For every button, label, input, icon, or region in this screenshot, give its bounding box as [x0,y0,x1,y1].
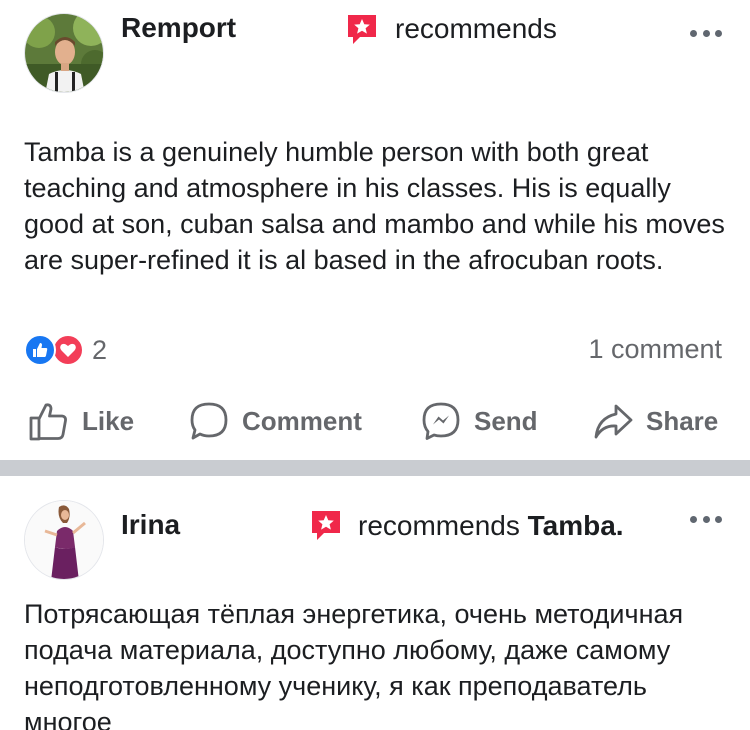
send-button[interactable]: Send [420,398,538,444]
share-button[interactable]: Share [592,398,718,444]
more-options-icon[interactable] [690,30,722,38]
avatar-irina[interactable] [24,500,104,580]
share-label: Share [646,405,719,436]
comment-label: Comment [242,405,362,436]
comment-button[interactable]: Comment [188,398,362,444]
more-options-icon[interactable] [690,516,722,524]
post-separator [0,460,750,476]
love-reaction-icon [52,334,84,366]
like-button[interactable]: Like [28,398,134,444]
recommend-icon [348,15,376,44]
share-icon [594,404,633,439]
post-irina: Irina recommends Tamba. Потрясающая тёпл… [0,476,750,730]
send-label: Send [474,405,538,436]
messenger-icon [422,402,460,440]
thumbs-up-icon [29,403,67,441]
post-body: Tamba is a genuinely humble person with … [24,137,725,275]
recommend-label: recommends Tamba. [358,510,624,542]
avatar-remport[interactable] [24,13,104,93]
like-reaction-icon [24,334,56,366]
post-body: Потрясающая тёплая энергетика, очень мет… [24,599,684,730]
recommend-target[interactable]: Tamba. [528,510,624,541]
reaction-count: 2 [92,334,108,365]
comment-icon [190,402,228,440]
post-author[interactable]: Remport [121,12,236,44]
comment-count[interactable]: 1 comment [588,334,722,365]
post-action-bar: Like Comment Send Share [0,398,750,444]
recommend-label: recommends [395,13,557,44]
recommend-icon [312,511,340,540]
post-author[interactable]: Irina [121,509,180,541]
recommend-verb: recommends [358,510,520,541]
like-label: Like [82,405,135,436]
post-remport: Remport recommends Tamba is a genuinely … [0,0,750,460]
reactions-summary[interactable]: 2 [24,334,107,366]
